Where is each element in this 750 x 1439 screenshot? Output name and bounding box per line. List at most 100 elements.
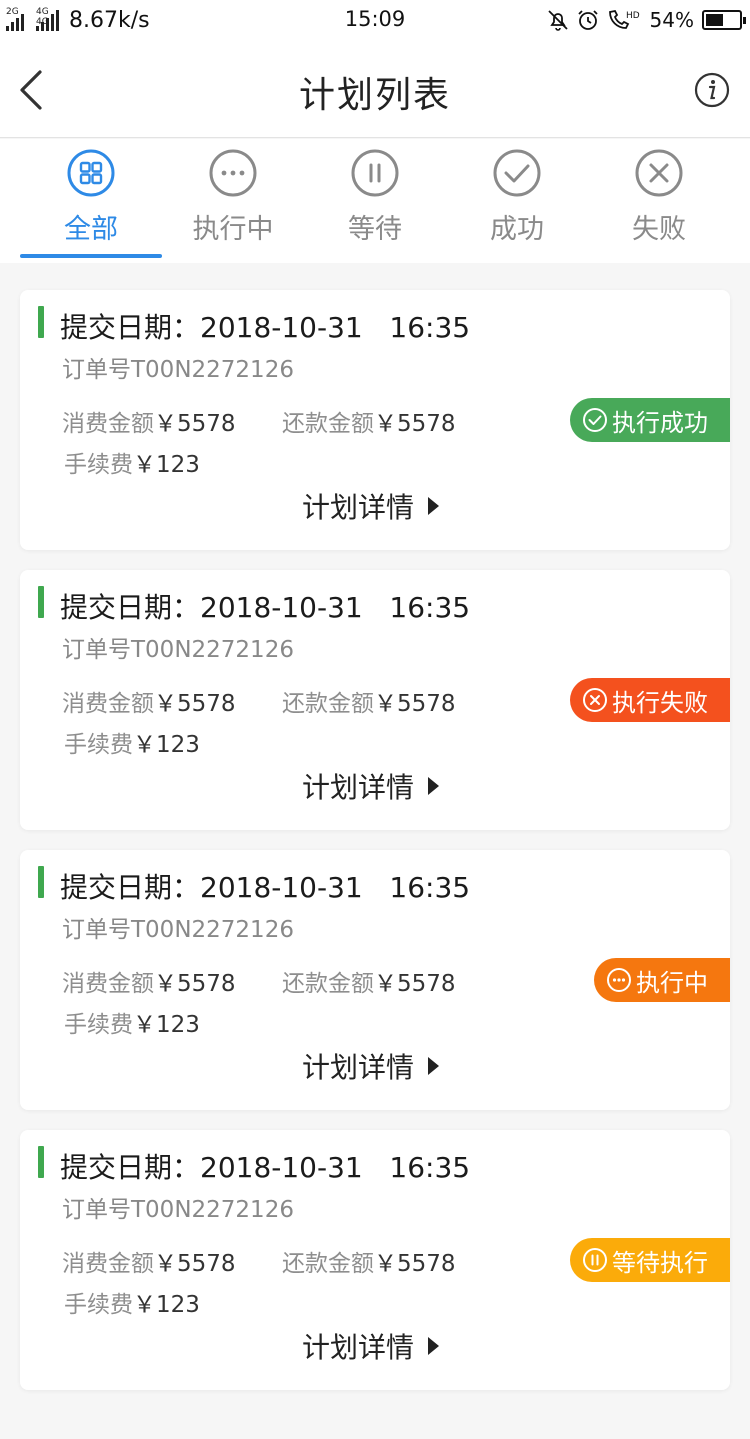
svg-text:HD: HD bbox=[626, 11, 640, 21]
grid-icon bbox=[67, 149, 115, 197]
spend-amount: 消费金额￥5578 bbox=[62, 404, 236, 438]
fee-label: 手续费 bbox=[64, 1012, 133, 1038]
tab-executing[interactable]: 执行中 bbox=[162, 139, 304, 263]
battery-percent: 54% bbox=[649, 8, 694, 32]
caret-right-icon bbox=[428, 777, 440, 795]
repay-label: 还款金额 bbox=[282, 411, 374, 437]
spend-label: 消费金额 bbox=[62, 411, 154, 437]
tab-label: 成功 bbox=[490, 214, 544, 245]
fee-amount: 手续费￥123 bbox=[64, 1285, 200, 1319]
repay-value: ￥5578 bbox=[374, 1251, 456, 1277]
fee-amount: 手续费￥123 bbox=[64, 445, 200, 479]
fee-value: ￥123 bbox=[133, 732, 200, 758]
page-title: 计划列表 bbox=[298, 75, 451, 116]
plan-card: 提交日期：2018-10-31 16:35 订单号T00N2272126 消费金… bbox=[20, 570, 730, 830]
plan-detail-link[interactable]: 计划详情 bbox=[302, 766, 440, 806]
repay-value: ￥5578 bbox=[374, 691, 456, 717]
fee-label: 手续费 bbox=[64, 1292, 133, 1318]
repay-label: 还款金额 bbox=[282, 691, 374, 717]
fee-amount: 手续费￥123 bbox=[64, 1005, 200, 1039]
check-circle-icon bbox=[493, 149, 541, 197]
filter-tabs: 全部 执行中 等待 成功 失败 bbox=[0, 139, 750, 263]
detail-label: 计划详情 bbox=[302, 1331, 415, 1364]
plan-card: 提交日期：2018-10-31 16:35 订单号T00N2272126 消费金… bbox=[20, 850, 730, 1110]
caret-right-icon bbox=[428, 1337, 440, 1355]
spend-value: ￥5578 bbox=[154, 1251, 236, 1277]
date-marker bbox=[38, 306, 44, 338]
order-number: 订单号T00N2272126 bbox=[62, 357, 294, 383]
repay-value: ￥5578 bbox=[374, 971, 456, 997]
tab-label: 执行中 bbox=[192, 214, 274, 245]
repay-amount: 还款金额￥5578 bbox=[282, 964, 456, 998]
repay-value: ￥5578 bbox=[374, 411, 456, 437]
tab-label: 失败 bbox=[632, 214, 686, 245]
repay-amount: 还款金额￥5578 bbox=[282, 1244, 456, 1278]
status-badge: 执行成功 bbox=[570, 398, 730, 442]
check-circle-icon bbox=[583, 408, 607, 432]
plan-detail-link[interactable]: 计划详情 bbox=[302, 486, 440, 526]
date-marker bbox=[38, 586, 44, 618]
info-icon[interactable] bbox=[694, 72, 730, 108]
status-badge: 执行中 bbox=[594, 958, 730, 1002]
spend-label: 消费金额 bbox=[62, 1251, 154, 1277]
plan-detail-link[interactable]: 计划详情 bbox=[302, 1326, 440, 1366]
submit-date: 提交日期：2018-10-31 16:35 bbox=[60, 871, 471, 904]
status-badge: 等待执行 bbox=[570, 1238, 730, 1282]
caret-right-icon bbox=[428, 497, 440, 515]
battery-icon bbox=[702, 10, 746, 30]
fee-value: ￥123 bbox=[133, 1292, 200, 1318]
repay-label: 还款金额 bbox=[282, 1251, 374, 1277]
repay-amount: 还款金额￥5578 bbox=[282, 684, 456, 718]
order-number: 订单号T00N2272126 bbox=[62, 917, 294, 943]
detail-label: 计划详情 bbox=[302, 491, 415, 524]
spend-label: 消费金额 bbox=[62, 691, 154, 717]
spend-value: ￥5578 bbox=[154, 971, 236, 997]
spend-amount: 消费金额￥5578 bbox=[62, 1244, 236, 1278]
tab-success[interactable]: 成功 bbox=[446, 139, 588, 263]
tab-label: 等待 bbox=[348, 214, 402, 245]
status-text: 执行中 bbox=[636, 968, 708, 997]
spend-amount: 消费金额￥5578 bbox=[62, 684, 236, 718]
pause-circle-icon bbox=[583, 1248, 607, 1272]
hd-call-icon: HD bbox=[608, 9, 640, 29]
submit-date: 提交日期：2018-10-31 16:35 bbox=[60, 591, 471, 624]
pause-circle-icon bbox=[351, 149, 399, 197]
spend-value: ￥5578 bbox=[154, 691, 236, 717]
status-right: HD 54% bbox=[540, 6, 746, 34]
date-marker bbox=[38, 866, 44, 898]
tab-failed[interactable]: 失败 bbox=[588, 139, 730, 263]
status-text: 执行成功 bbox=[612, 408, 708, 437]
repay-label: 还款金额 bbox=[282, 971, 374, 997]
ellipsis-circle-icon bbox=[209, 149, 257, 197]
plan-card: 提交日期：2018-10-31 16:35 订单号T00N2272126 消费金… bbox=[20, 1130, 730, 1390]
tab-label: 全部 bbox=[64, 214, 118, 245]
plan-card: 提交日期：2018-10-31 16:35 订单号T00N2272126 消费金… bbox=[20, 290, 730, 550]
spend-label: 消费金额 bbox=[62, 971, 154, 997]
fee-label: 手续费 bbox=[64, 452, 133, 478]
status-text: 执行失败 bbox=[612, 688, 708, 717]
fee-value: ￥123 bbox=[133, 1012, 200, 1038]
tab-all[interactable]: 全部 bbox=[20, 139, 162, 263]
repay-amount: 还款金额￥5578 bbox=[282, 404, 456, 438]
submit-date: 提交日期：2018-10-31 16:35 bbox=[60, 1151, 471, 1184]
fee-label: 手续费 bbox=[64, 732, 133, 758]
order-number: 订单号T00N2272126 bbox=[62, 637, 294, 663]
mute-bell-icon bbox=[547, 10, 568, 31]
x-circle-icon bbox=[635, 149, 683, 197]
fee-amount: 手续费￥123 bbox=[64, 725, 200, 759]
submit-date: 提交日期：2018-10-31 16:35 bbox=[60, 311, 471, 344]
status-bar: 2G 4G 4G 8.67k/s 15:09 HD 54% bbox=[0, 0, 750, 42]
plan-detail-link[interactable]: 计划详情 bbox=[302, 1046, 440, 1086]
spend-amount: 消费金额￥5578 bbox=[62, 964, 236, 998]
nav-bar: 计划列表 bbox=[0, 42, 750, 138]
status-badge: 执行失败 bbox=[570, 678, 730, 722]
order-number: 订单号T00N2272126 bbox=[62, 1197, 294, 1223]
detail-label: 计划详情 bbox=[302, 1051, 415, 1084]
battery-fill bbox=[706, 14, 723, 26]
active-tab-indicator bbox=[20, 254, 162, 258]
caret-right-icon bbox=[428, 1057, 440, 1075]
tab-waiting[interactable]: 等待 bbox=[304, 139, 446, 263]
status-text: 等待执行 bbox=[612, 1248, 708, 1277]
x-circle-icon bbox=[583, 688, 607, 712]
date-marker bbox=[38, 1146, 44, 1178]
